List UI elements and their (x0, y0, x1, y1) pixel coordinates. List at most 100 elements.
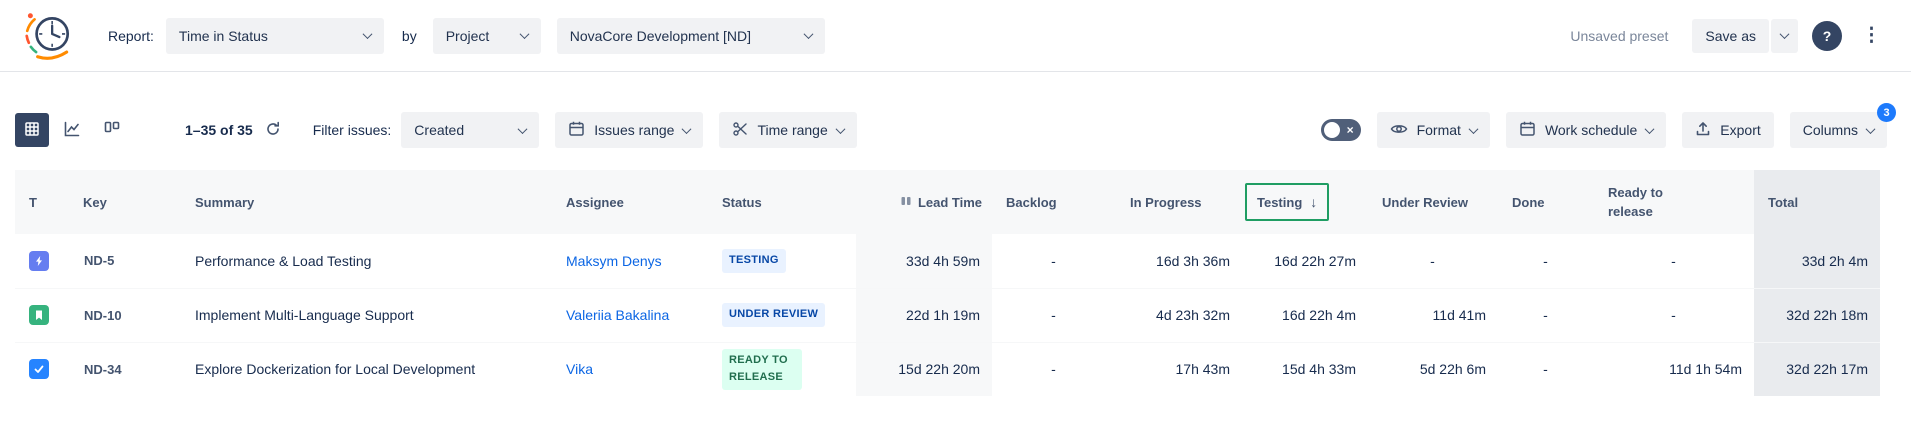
time-in-status-app: Report: Time in Status by Project NovaCo… (0, 0, 1911, 422)
issue-summary: Performance & Load Testing (181, 234, 552, 288)
story-icon (29, 305, 49, 325)
top-bar: Report: Time in Status by Project NovaCo… (0, 0, 1911, 72)
calendar-icon (568, 120, 585, 140)
issue-type-cell (15, 288, 69, 342)
column-header-backlog[interactable]: Backlog (992, 170, 1116, 234)
total-cell: 32d 22h 17m (1754, 342, 1880, 396)
chevron-down-icon (1866, 124, 1876, 134)
save-as-dropdown-button[interactable] (1771, 19, 1798, 53)
report-type-value: Time in Status (179, 28, 268, 44)
chevron-down-icon (519, 29, 529, 39)
columns-mini-icon (900, 195, 912, 210)
report-type-dropdown[interactable]: Time in Status (166, 18, 384, 54)
bolt-icon (29, 251, 49, 271)
backlog-cell: - (992, 342, 1116, 396)
table-view-button[interactable] (15, 113, 49, 147)
project-dropdown[interactable]: NovaCore Development [ND] (557, 18, 825, 54)
ready-to-release-cell: 11d 1h 54m (1594, 342, 1754, 396)
issues-range-label: Issues range (594, 122, 674, 138)
result-count: 1–35 of 35 (185, 122, 253, 138)
column-header-testing[interactable]: Testing ↓ (1242, 170, 1368, 234)
column-header-in-progress[interactable]: In Progress (1116, 170, 1242, 234)
chart-icon (63, 120, 81, 141)
format-dropdown[interactable]: Format (1377, 112, 1490, 148)
done-cell: - (1498, 234, 1594, 288)
table-row[interactable]: ND-34 Explore Dockerization for Local De… (15, 342, 1880, 396)
filter-field-value: Created (414, 122, 464, 138)
more-menu-button[interactable]: ⋮ (1856, 22, 1887, 49)
kebab-icon: ⋮ (1862, 25, 1881, 46)
assignee-link[interactable]: Maksym Denys (566, 253, 662, 269)
chevron-down-icon (1468, 124, 1478, 134)
by-label: by (402, 28, 417, 44)
view-switcher (15, 113, 129, 147)
sort-descending-icon: ↓ (1310, 194, 1317, 210)
done-cell: - (1498, 342, 1594, 396)
total-cell: 33d 2h 4m (1754, 234, 1880, 288)
filter-issues-label: Filter issues: (313, 122, 392, 138)
chevron-down-icon (682, 124, 692, 134)
group-by-value: Project (446, 28, 490, 44)
backlog-cell: - (992, 234, 1116, 288)
status-badge: TESTING (722, 249, 786, 273)
work-schedule-label: Work schedule (1545, 122, 1637, 138)
save-as-button[interactable]: Save as (1692, 19, 1769, 53)
export-button[interactable]: Export (1682, 112, 1773, 148)
backlog-cell: - (992, 288, 1116, 342)
column-header-done[interactable]: Done (1498, 170, 1594, 234)
save-as-split-button: Save as (1692, 19, 1798, 53)
column-header-ready-to-release[interactable]: Ready to release (1594, 170, 1754, 234)
eye-icon (1390, 122, 1408, 139)
column-header-key[interactable]: Key (69, 170, 181, 234)
work-schedule-dropdown[interactable]: Work schedule (1506, 112, 1666, 148)
testing-cell: 15d 4h 33m (1242, 342, 1368, 396)
project-value: NovaCore Development [ND] (570, 28, 751, 44)
column-header-total[interactable]: Total (1754, 170, 1880, 234)
under-review-cell: 5d 22h 6m (1368, 342, 1498, 396)
column-header-type[interactable]: T (15, 170, 69, 234)
column-header-summary[interactable]: Summary (181, 170, 552, 234)
help-button[interactable]: ? (1812, 21, 1842, 51)
scissors-icon (732, 121, 748, 140)
column-header-lead-time[interactable]: Lead Time (856, 170, 992, 234)
lead-time-cell: 15d 22h 20m (856, 342, 992, 396)
under-review-cell: 11d 41m (1368, 288, 1498, 342)
testing-cell: 16d 22h 27m (1242, 234, 1368, 288)
table-header-row: T Key Summary Assignee Status Lead Time … (15, 170, 1880, 234)
column-header-under-review[interactable]: Under Review (1368, 170, 1498, 234)
report-label: Report: (108, 28, 154, 44)
toolbar: 1–35 of 35 Filter issues: Created Issues… (15, 112, 1887, 148)
calendar-icon (1519, 120, 1536, 140)
time-range-label: Time range (757, 122, 827, 138)
format-label: Format (1417, 122, 1461, 138)
column-header-status[interactable]: Status (708, 170, 856, 234)
refresh-icon (265, 121, 281, 140)
toggle-switch[interactable]: × (1321, 119, 1361, 141)
board-view-button[interactable] (95, 113, 129, 147)
chart-view-button[interactable] (55, 113, 89, 147)
assignee-link[interactable]: Vika (566, 361, 593, 377)
columns-dropdown[interactable]: Columns 3 (1790, 112, 1887, 148)
export-icon (1695, 121, 1711, 140)
ready-to-release-cell: - (1594, 234, 1754, 288)
chevron-down-icon (835, 124, 845, 134)
lead-time-cell: 22d 1h 19m (856, 288, 992, 342)
time-range-dropdown[interactable]: Time range (719, 112, 856, 148)
table-row[interactable]: ND-10 Implement Multi-Language Support V… (15, 288, 1880, 342)
app-logo-icon (20, 10, 76, 62)
testing-cell: 16d 22h 4m (1242, 288, 1368, 342)
chevron-down-icon (1645, 124, 1655, 134)
refresh-button[interactable] (261, 117, 285, 144)
issues-table-wrap: T Key Summary Assignee Status Lead Time … (15, 170, 1911, 396)
table-row[interactable]: ND-5 Performance & Load Testing Maksym D… (15, 234, 1880, 288)
filter-field-dropdown[interactable]: Created (401, 112, 539, 148)
issue-key: ND-5 (69, 234, 181, 288)
under-review-cell: - (1368, 234, 1498, 288)
export-label: Export (1720, 122, 1760, 138)
board-icon (103, 120, 121, 141)
issues-range-dropdown[interactable]: Issues range (555, 112, 703, 148)
assignee-link[interactable]: Valeriia Bakalina (566, 307, 669, 323)
column-header-assignee[interactable]: Assignee (552, 170, 708, 234)
issue-summary: Implement Multi-Language Support (181, 288, 552, 342)
group-by-dropdown[interactable]: Project (433, 18, 541, 54)
